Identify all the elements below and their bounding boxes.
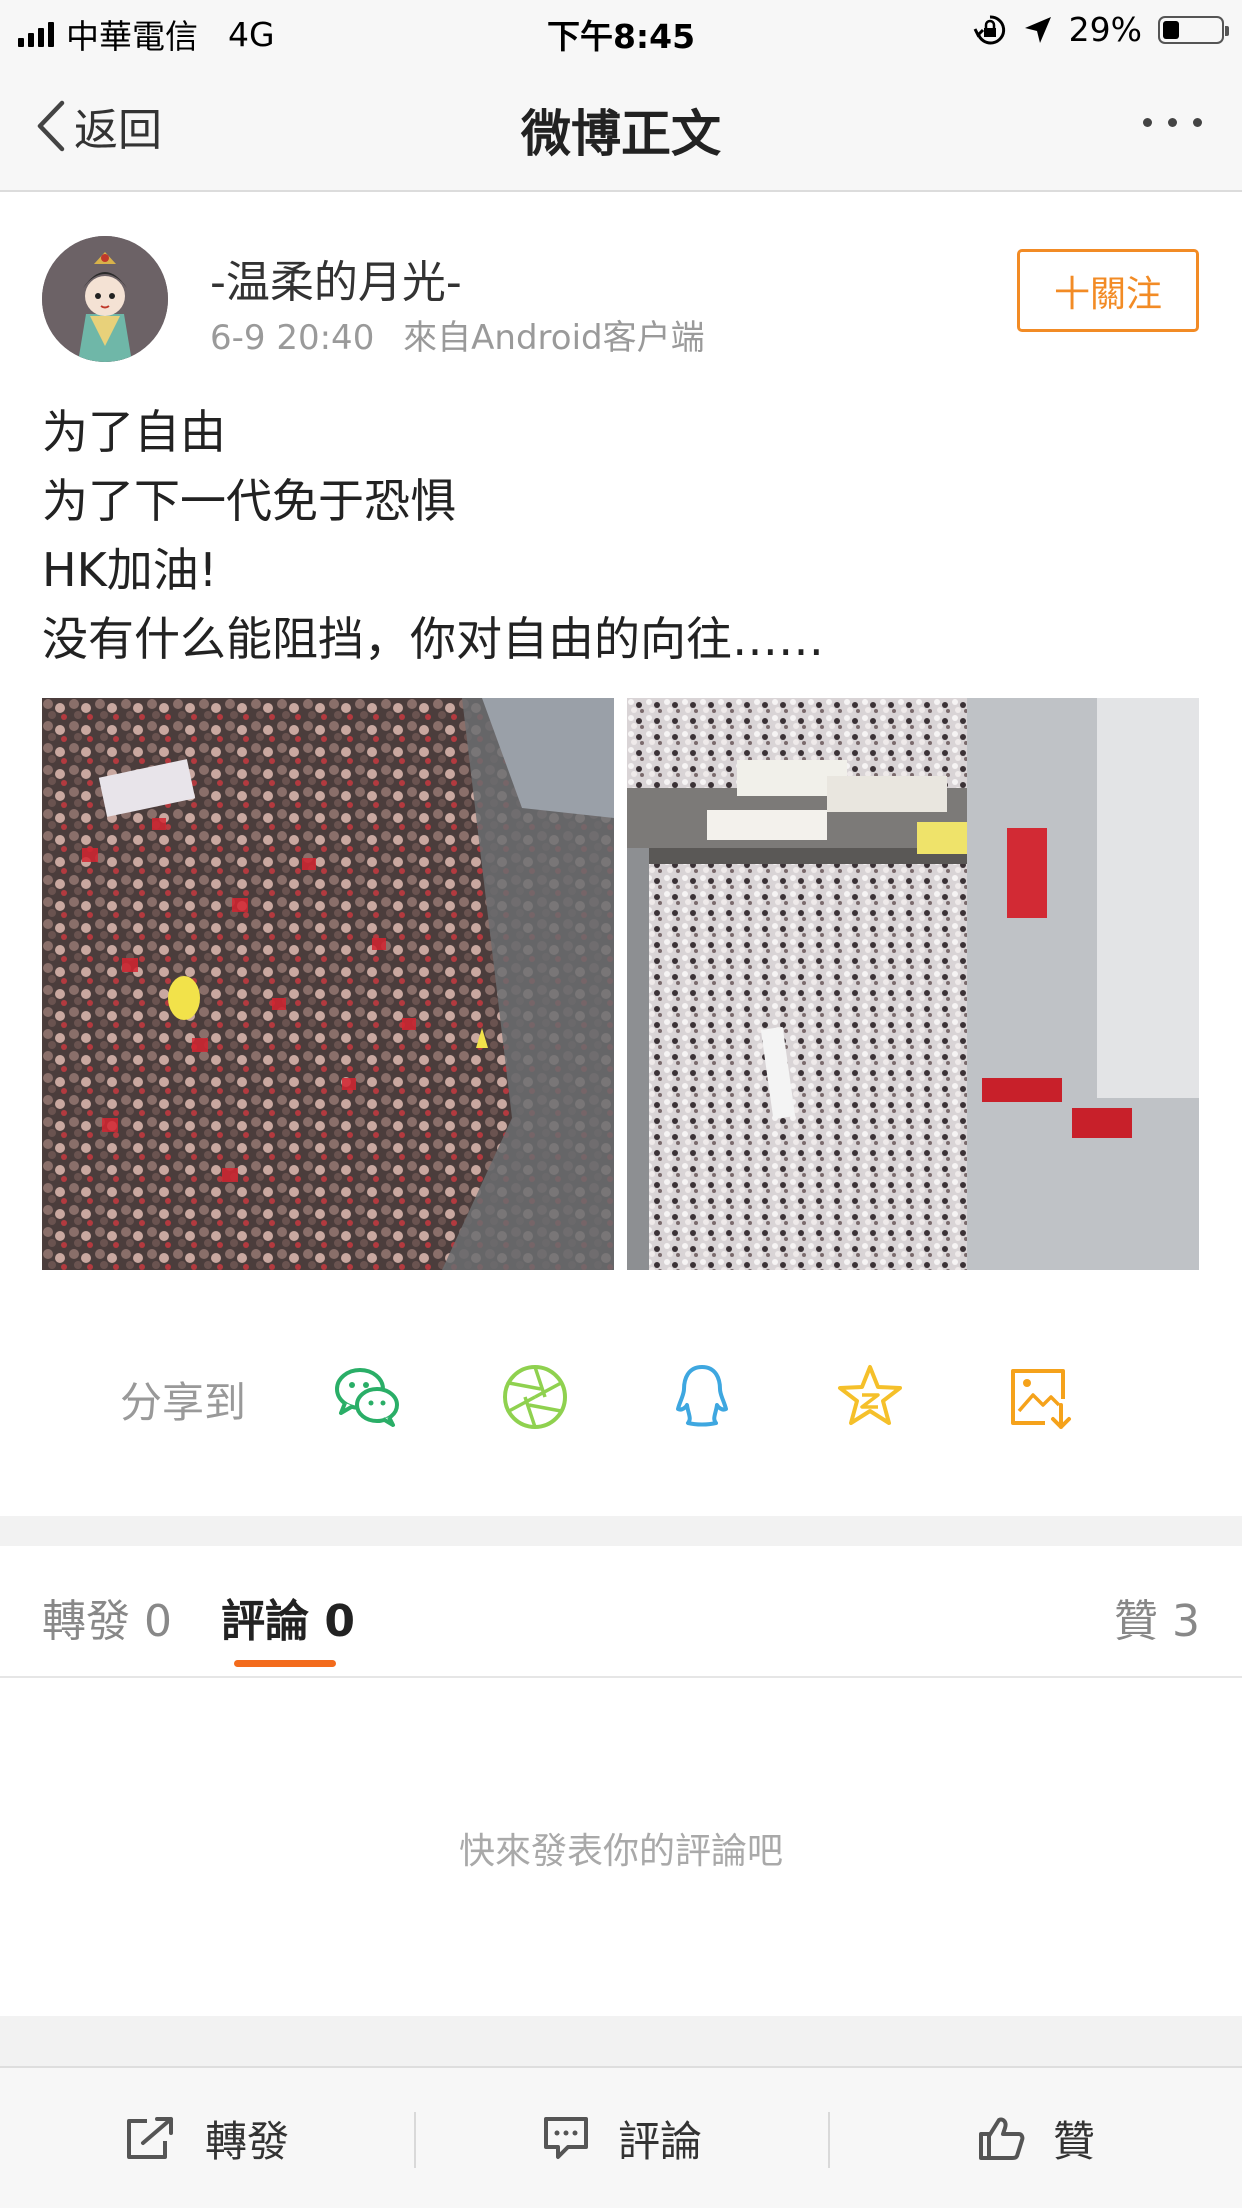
comment-button[interactable]: 評論 [416,2068,828,2208]
post-line: 为了下一代免于恐惧 [42,474,456,528]
avatar[interactable] [42,236,168,362]
follow-button[interactable]: 十關注 [1017,249,1199,332]
tab-comments-label: 評論 [221,1596,309,1647]
share-arrow-icon [126,2117,173,2159]
repost-button[interactable]: 轉發 [0,2068,414,2208]
post-line: 没有什么能阻挡，你对自由的向往…… [42,612,824,666]
section-divider [0,1516,1242,1546]
empty-comments-message: 快來發表你的評論吧 [458,1831,783,1872]
bottom-spacer [0,2016,1242,2066]
tab-comments-count: 0 [324,1596,355,1647]
post-line: 为了自由 [42,405,226,459]
comment-icon [543,2117,588,2159]
share-row: 分享到 [0,1345,1242,1445]
post-time: 6-9 20:40 [210,318,375,358]
bottom-action-bar: 轉發 評論 贊 [0,2066,1242,2208]
moments-icon[interactable] [499,1361,571,1433]
qq-icon[interactable] [666,1361,738,1433]
qzone-icon[interactable] [834,1361,906,1433]
tab-comments[interactable]: 評論 0 [221,1585,355,1649]
navigation-bar: 返回 微博正文 [0,62,1242,192]
post-meta: 6-9 20:40 來自Android客户端 [210,310,705,359]
status-bar: 中華電信 4G 下午8:45 29% [0,0,1242,62]
active-tab-indicator [234,1660,336,1667]
battery-icon [1158,15,1229,44]
post-image-1[interactable] [42,698,614,1270]
thumbs-up-icon [978,2117,1025,2160]
post-line: HK加油! [42,543,218,597]
like-label: 贊 [1052,2116,1095,2166]
post-body: 为了自由 为了下一代免于恐惧 HK加油! 没有什么能阻挡，你对自由的向往…… [42,398,824,674]
tab-repost[interactable]: 轉發 0 [42,1585,172,1649]
username[interactable]: -温柔的月光- [210,246,462,310]
repost-label: 轉發 [204,2116,289,2166]
rotation-lock-icon [973,14,1005,44]
comment-label: 評論 [617,2116,702,2166]
more-options-button[interactable] [1143,118,1202,127]
wechat-icon[interactable] [331,1361,403,1433]
save-image-icon[interactable] [1005,1361,1077,1433]
post-source: 來自Android客户端 [403,318,705,358]
location-icon [1024,16,1051,43]
page-title: 微博正文 [521,105,721,163]
battery-percent: 29% [1068,10,1142,49]
post-image-2[interactable] [627,698,1199,1270]
share-label: 分享到 [120,1378,247,1427]
tab-likes[interactable]: 贊 3 [1114,1585,1200,1649]
tab-divider [0,1676,1242,1678]
like-button[interactable]: 贊 [830,2068,1242,2208]
